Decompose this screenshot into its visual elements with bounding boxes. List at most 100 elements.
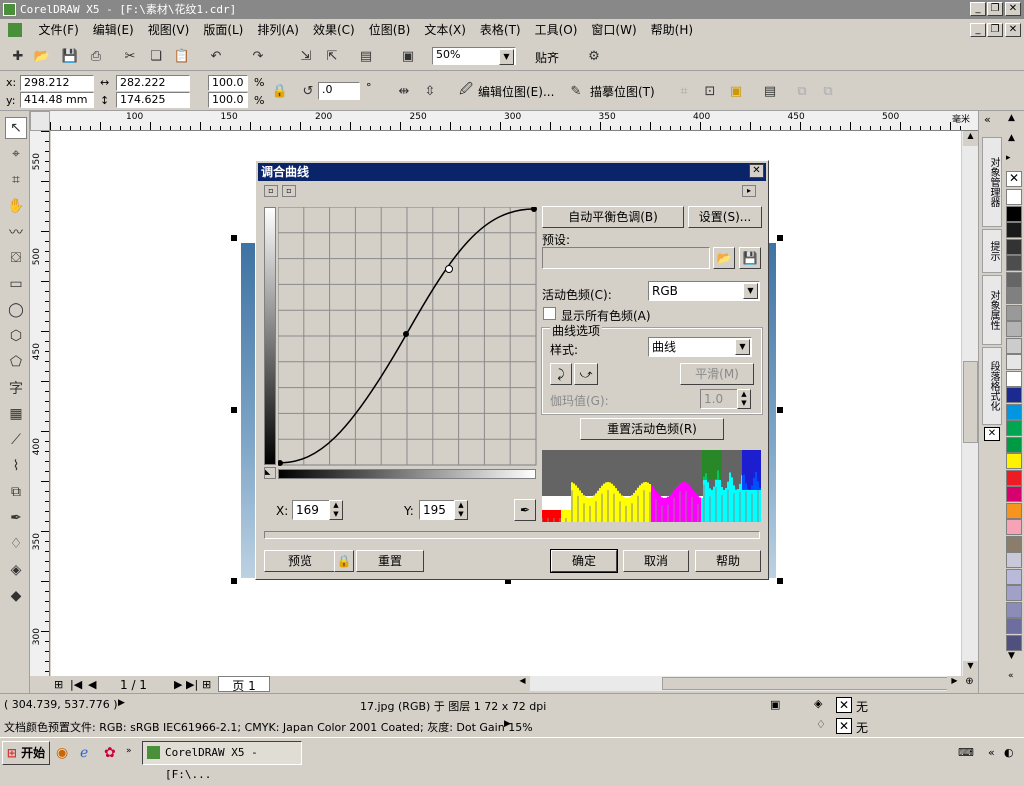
color-swatch[interactable] — [1006, 502, 1022, 519]
chevron-down-icon[interactable]: ▼ — [735, 339, 750, 355]
color-swatch[interactable] — [1006, 288, 1022, 304]
export-icon[interactable]: ⇱ — [322, 46, 342, 66]
menu-item[interactable]: 文件(F) — [32, 19, 86, 41]
prev-page-icon[interactable]: ◀ — [88, 678, 96, 691]
flip-curve-horizontal-button[interactable]: ⤻ — [574, 363, 598, 385]
ok-button[interactable]: 确定 — [550, 549, 618, 573]
view-toggle-icon[interactable]: ▫ — [264, 185, 278, 197]
lock-preview-button[interactable]: 🔒 — [334, 550, 354, 572]
reverse-icon[interactable]: ◣ — [264, 467, 276, 479]
print-icon[interactable]: ⎙ — [86, 46, 106, 66]
wrap-text-icon[interactable]: ▤ — [760, 81, 780, 101]
settings-button[interactable]: 设置(S)... — [688, 206, 762, 228]
blend-tool-icon[interactable]: ⧉ — [5, 481, 27, 503]
color-swatch[interactable] — [1006, 222, 1022, 238]
page-add-end-icon[interactable]: ⊞ — [202, 678, 211, 691]
horizontal-scroll-thumb[interactable] — [662, 677, 948, 690]
color-swatch[interactable] — [1006, 387, 1022, 403]
open-icon[interactable]: 📂 — [32, 46, 52, 66]
style-select[interactable]: 曲线 ▼ — [648, 337, 752, 357]
color-swatch[interactable] — [1006, 552, 1022, 568]
outline-none-swatch[interactable]: ✕ — [836, 718, 852, 734]
color-swatch[interactable] — [1006, 601, 1022, 618]
no-color-swatch[interactable]: ✕ — [1006, 171, 1022, 187]
color-swatch[interactable] — [1006, 354, 1022, 370]
menu-item[interactable]: 版面(L) — [196, 19, 250, 41]
gamma-spinner[interactable]: ▲ ▼ — [737, 389, 751, 409]
ruler-origin[interactable] — [30, 111, 50, 131]
doc-minimize-button[interactable]: _ — [970, 23, 986, 37]
color-swatch[interactable] — [1006, 189, 1022, 205]
cut-icon[interactable]: ✂ — [120, 46, 140, 66]
menu-item[interactable]: 工具(O) — [528, 19, 585, 41]
fill-none-swatch[interactable]: ✕ — [836, 697, 852, 713]
application-launcher-icon[interactable]: ▤ — [356, 46, 376, 66]
menu-item[interactable]: 视图(V) — [141, 19, 197, 41]
table-tool-icon[interactable]: ▦ — [5, 403, 27, 425]
width-field[interactable]: 282.222 mm — [116, 75, 190, 103]
selection-handle[interactable] — [777, 235, 783, 241]
close-button[interactable]: ✕ — [1005, 2, 1021, 16]
height-field[interactable]: 174.625 mm — [116, 92, 190, 120]
palette-scroll-up-icon[interactable]: ▲ — [1008, 113, 1015, 123]
vertical-scroll-thumb[interactable] — [963, 361, 978, 443]
color-swatch[interactable] — [1006, 618, 1022, 634]
crop-tool-icon[interactable]: ⌗ — [5, 169, 27, 191]
docker-tab-object-manager[interactable]: 对象管理器 — [982, 137, 1002, 227]
docker-tab-object-properties[interactable]: 对象属性 — [982, 275, 1002, 345]
mirror-horizontal-icon[interactable]: ⇹ — [394, 81, 414, 101]
trace-bitmap-button[interactable]: 描摹位图(T) — [590, 83, 655, 100]
color-swatch[interactable] — [1006, 585, 1022, 601]
y-position-field[interactable]: 414.48 mm — [20, 92, 94, 108]
color-swatch[interactable] — [1006, 321, 1022, 337]
color-swatch[interactable] — [1006, 453, 1022, 469]
browser-icon[interactable]: ◉ — [56, 745, 68, 761]
menu-item[interactable]: 效果(C) — [306, 19, 362, 41]
palette-expand-icon[interactable]: « — [1008, 671, 1014, 681]
color-swatch[interactable] — [1006, 337, 1022, 354]
tone-curve-graph[interactable] — [278, 207, 538, 467]
preset-field[interactable] — [542, 247, 710, 269]
snap-to-label[interactable]: 贴齐 — [535, 49, 559, 66]
smart-fill-icon[interactable]: ⛋ — [5, 247, 27, 269]
options-icon[interactable]: ⚙ — [584, 46, 604, 66]
crop-bitmap-icon[interactable]: ⌗ — [674, 81, 694, 101]
color-swatch[interactable] — [1006, 486, 1022, 502]
scroll-right-icon[interactable]: ▶ — [947, 676, 962, 691]
chevron-down-icon[interactable]: ▼ — [499, 49, 514, 65]
dialog-close-icon[interactable]: ✕ — [749, 164, 764, 178]
color-swatch[interactable] — [1006, 568, 1022, 585]
color-swatch[interactable] — [1006, 535, 1022, 552]
docker-collapse-icon[interactable]: « — [984, 113, 991, 126]
show-all-channels-checkbox[interactable] — [543, 307, 556, 320]
doc-restore-button[interactable]: ❐ — [987, 23, 1003, 37]
y-spinner[interactable]: ▲ ▼ — [454, 500, 468, 520]
color-swatch[interactable] — [1006, 205, 1022, 222]
menu-item[interactable]: 窗口(W) — [584, 19, 643, 41]
x-spinner[interactable]: ▲ ▼ — [329, 500, 343, 520]
docker-tab-paragraph[interactable]: 段落格式化 — [982, 347, 1002, 425]
volume-icon[interactable]: ◐ — [1004, 746, 1014, 759]
cancel-button[interactable]: 取消 — [623, 550, 689, 572]
color-proof-icon[interactable]: ▣ — [770, 698, 780, 711]
resample-icon[interactable]: ⊡ — [700, 81, 720, 101]
palette-scroll-down-icon[interactable]: ▼ — [1008, 651, 1015, 661]
edit-bitmap-icon[interactable]: 🖉 — [456, 81, 476, 101]
to-back-icon[interactable]: ⧉ — [818, 81, 838, 101]
new-icon[interactable]: ✚ — [8, 46, 28, 66]
fill-tool-icon[interactable]: ◈ — [5, 559, 27, 581]
color-swatch[interactable] — [1006, 519, 1022, 535]
zoom-navigator-icon[interactable]: ⊕ — [961, 676, 978, 691]
docker-close-icon[interactable]: ✕ — [984, 427, 1000, 441]
scale-y-field[interactable]: 100.0 — [208, 92, 248, 108]
scale-x-field[interactable]: 100.0 — [208, 75, 248, 91]
to-front-icon[interactable]: ⧉ — [792, 81, 812, 101]
profile-arrow-icon[interactable]: ▶ — [504, 719, 511, 729]
menu-item[interactable]: 位图(B) — [362, 19, 418, 41]
trace-bitmap-icon[interactable]: ✎ — [566, 81, 586, 101]
auto-balance-button[interactable]: 自动平衡色调(B) — [542, 206, 684, 228]
color-swatch[interactable] — [1006, 436, 1022, 453]
menu-item[interactable]: 编辑(E) — [86, 19, 141, 41]
reset-button[interactable]: 重置 — [356, 550, 424, 572]
save-icon[interactable]: 💾 — [60, 46, 80, 66]
